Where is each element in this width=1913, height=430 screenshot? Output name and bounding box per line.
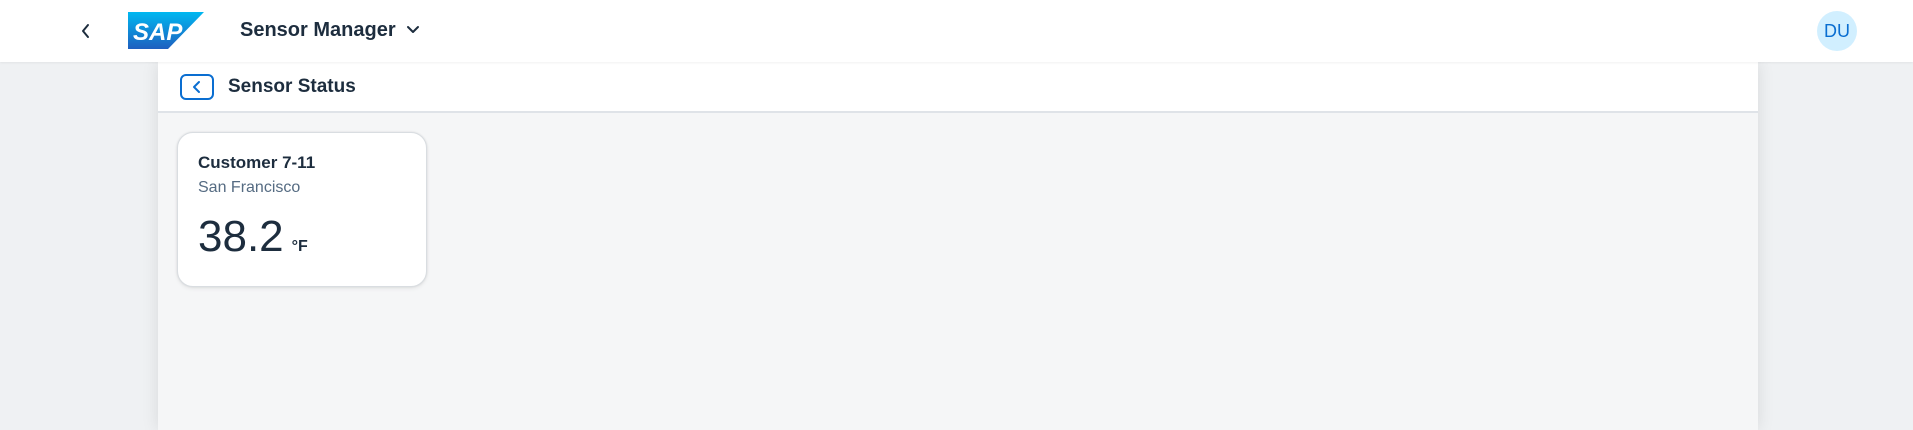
chevron-down-icon <box>406 26 419 33</box>
nav-back-button[interactable] <box>180 74 214 100</box>
sensor-tile[interactable]: Customer 7-11 San Francisco 38.2 °F <box>177 132 427 287</box>
page-header: Sensor Status <box>158 62 1758 113</box>
page-title: Sensor Status <box>228 76 356 97</box>
sap-logo-text: SAP <box>133 19 183 46</box>
kpi-value: 38.2 <box>198 212 284 261</box>
kpi-unit: °F <box>291 238 308 255</box>
sap-logo[interactable]: SAP <box>128 12 204 49</box>
user-avatar[interactable]: DU <box>1817 11 1857 51</box>
tile-kpi: 38.2 °F <box>198 215 308 259</box>
tile-title: Customer 7-11 <box>198 153 316 172</box>
app-title: Sensor Manager <box>240 18 396 41</box>
shell-bar: SAP Sensor Manager DU <box>0 0 1913 62</box>
tile-subtitle: San Francisco <box>198 179 301 196</box>
shell-back-button[interactable] <box>70 15 102 47</box>
app-container: Sensor Status Customer 7-11 San Francisc… <box>158 62 1758 430</box>
app-title-menu[interactable]: Sensor Manager <box>240 17 420 43</box>
chevron-left-icon <box>82 24 89 38</box>
chevron-left-icon <box>193 81 200 93</box>
